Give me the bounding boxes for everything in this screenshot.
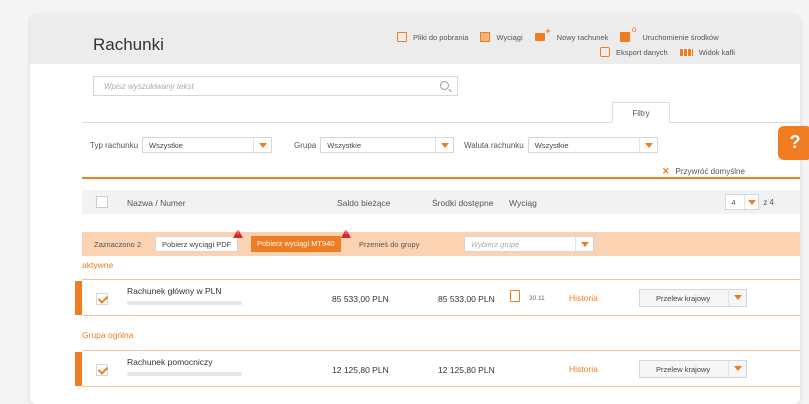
tiles-icon: [679, 48, 693, 56]
column-name[interactable]: Nazwa / Numer: [127, 198, 186, 208]
column-statement: Wyciąg: [509, 198, 537, 208]
filter-area: Wpisz wyszukiwany tekst Filtry Typ rachu…: [82, 64, 800, 179]
available-value: 85 533,00 PLN: [438, 294, 495, 304]
column-balance[interactable]: Saldo bieżące: [337, 198, 390, 208]
balance-value: 85 533,00 PLN: [332, 294, 389, 304]
tab-filters[interactable]: Filtry: [612, 102, 670, 123]
select-all-checkbox[interactable]: [96, 196, 108, 208]
section-title-active: aktywne: [82, 260, 114, 270]
chevron-down-icon: [435, 138, 453, 152]
chevron-down-icon: [253, 138, 271, 152]
statements-button[interactable]: Wyciągi: [480, 32, 523, 42]
warning-icon: [341, 229, 351, 238]
account-name: Rachunek główny w PLN: [127, 286, 222, 296]
close-icon: ✕: [662, 166, 670, 176]
divider: [82, 177, 800, 179]
move-to-group-label: Przenieś do grupy: [359, 240, 420, 249]
page-select[interactable]: 4: [725, 194, 760, 210]
export-icon: [600, 47, 610, 57]
chevron-down-icon[interactable]: [728, 290, 746, 306]
selection-count: Zaznaczono 2: [94, 240, 142, 249]
history-link[interactable]: Historia: [569, 293, 598, 303]
export-button[interactable]: Eksport danych: [600, 47, 668, 57]
chevron-down-icon[interactable]: [728, 361, 746, 377]
download-pdf-button[interactable]: Pobierz wyciągi PDF: [155, 236, 239, 252]
chevron-down-icon: [744, 195, 758, 209]
group-select[interactable]: Wszystkie: [320, 137, 455, 153]
chevron-down-icon: [575, 237, 593, 251]
transfer-select[interactable]: Przelew krajowy: [639, 289, 747, 307]
header-actions-row2: Eksport danych Widok kafli: [588, 47, 735, 57]
statements-icon: [480, 32, 491, 42]
account-number-redacted: [127, 301, 242, 305]
new-account-button[interactable]: Nowy rachunek: [534, 26, 608, 42]
funds-launch-button[interactable]: Uruchomienie środków: [620, 25, 719, 42]
new-account-icon: [534, 26, 551, 41]
account-name: Rachunek pomocniczy: [127, 357, 213, 367]
column-available[interactable]: Środki dostępne: [432, 198, 493, 208]
warning-icon: [233, 229, 243, 238]
tab-divider: [82, 122, 800, 123]
divider: [82, 350, 800, 351]
table-row[interactable]: Rachunek główny w PLN 85 533,00 PLN 85 5…: [75, 281, 800, 315]
filter-account-type: Typ rachunku Wszystkie: [90, 137, 273, 153]
transfer-select[interactable]: Przelew krajowy: [639, 360, 747, 378]
table-row[interactable]: Rachunek pomocniczy 12 125,80 PLN 12 125…: [75, 352, 800, 386]
table-header: Nazwa / Numer Saldo bieżące Środki dostę…: [82, 190, 800, 214]
move-group-select[interactable]: Wybierz grupę: [464, 236, 594, 252]
header-actions-row1: Pliki do pobrania Wyciągi Nowy rachunek …: [385, 25, 719, 42]
row-accent: [75, 281, 82, 315]
pagination: 4 z 4: [725, 194, 774, 210]
account-type-select[interactable]: Wszystkie: [142, 137, 273, 153]
accounts-panel: Rachunki Pliki do pobrania Wyciągi Nowy …: [30, 14, 800, 404]
divider: [82, 386, 800, 387]
download-mt940-button[interactable]: Pobierz wyciągi MT940: [251, 236, 341, 252]
reset-filters-button[interactable]: ✕ Przywróć domyślne: [662, 166, 745, 177]
filter-currency: Waluta rachunku Wszystkie: [464, 137, 658, 153]
selection-bar: Zaznaczono 2 Pobierz wyciągi PDF Pobierz…: [82, 229, 800, 256]
pdf-icon[interactable]: [510, 290, 520, 302]
chevron-down-icon: [638, 138, 657, 152]
page-title: Rachunki: [93, 35, 164, 54]
tiles-view-button[interactable]: Widok kafli: [679, 48, 735, 57]
divider: [82, 315, 800, 316]
search-icon[interactable]: [440, 81, 449, 90]
statement-date: 30.11: [529, 295, 545, 302]
available-value: 12 125,80 PLN: [438, 365, 495, 375]
row-checkbox[interactable]: [96, 293, 108, 305]
search-input[interactable]: Wpisz wyszukiwany tekst: [93, 76, 458, 96]
section-title-general: Grupa ogólna: [82, 330, 134, 340]
divider: [82, 279, 800, 280]
file-icon: [397, 32, 407, 42]
help-button[interactable]: ?: [778, 126, 809, 160]
currency-select[interactable]: Wszystkie: [527, 137, 658, 153]
balance-value: 12 125,80 PLN: [332, 365, 389, 375]
filter-group: Grupa Wszystkie: [294, 137, 455, 153]
row-checkbox[interactable]: [96, 364, 108, 376]
page-header: Rachunki Pliki do pobrania Wyciągi Nowy …: [30, 14, 800, 64]
account-number-redacted: [127, 372, 242, 376]
question-icon: ?: [789, 132, 801, 152]
history-link[interactable]: Historia: [569, 364, 598, 374]
funds-icon: [620, 25, 636, 42]
row-accent: [75, 352, 82, 386]
downloads-button[interactable]: Pliki do pobrania: [397, 32, 468, 42]
